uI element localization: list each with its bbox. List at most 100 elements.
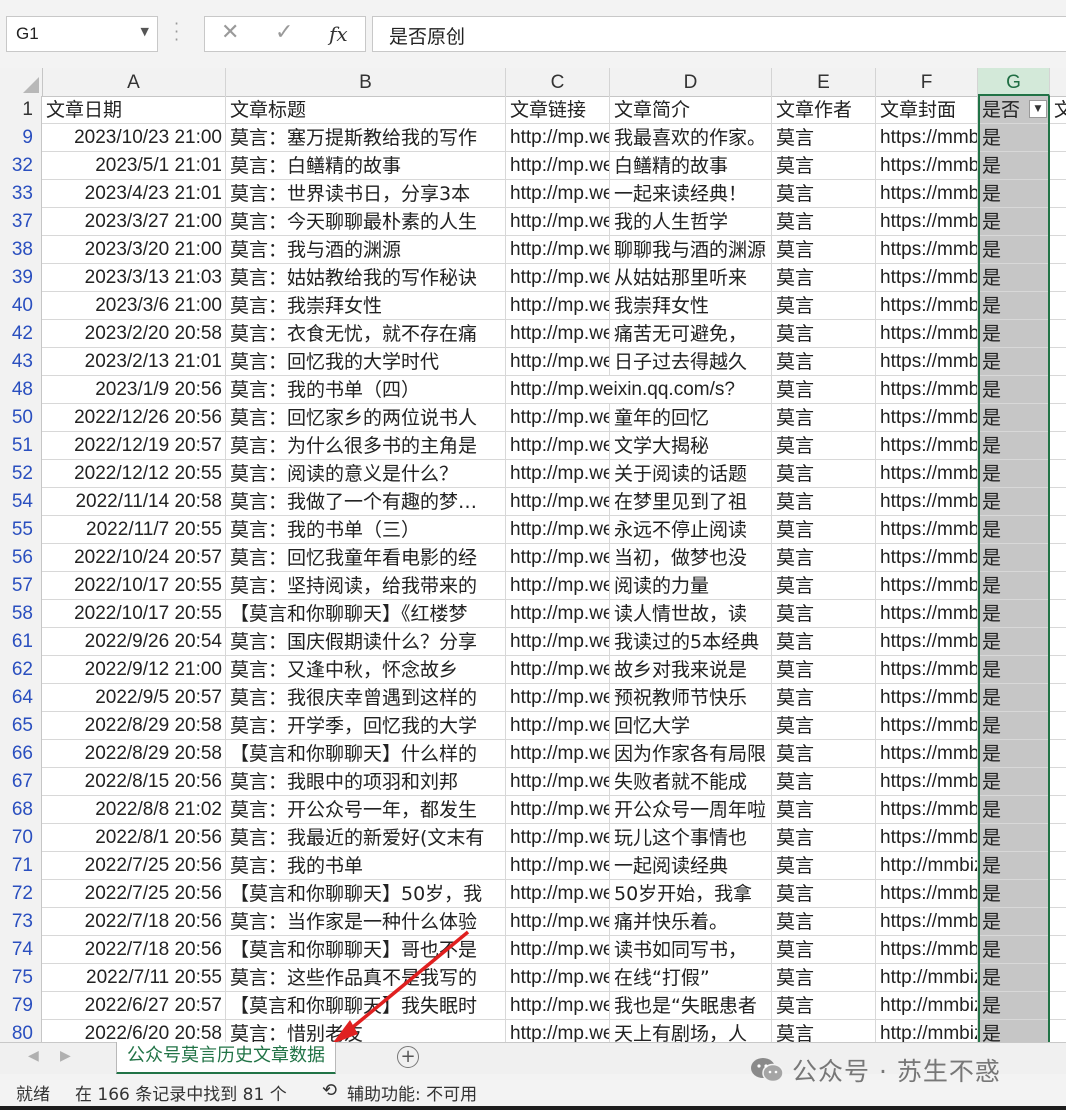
cell-cover[interactable]: https://mmbiz — [876, 768, 978, 795]
cell-author[interactable]: 莫言 — [772, 824, 876, 851]
filter-icon[interactable]: ▼ — [1029, 100, 1047, 118]
cell-date[interactable]: 2022/9/5 20:57 — [42, 684, 226, 711]
cell-cover[interactable]: https://mmbiz — [876, 404, 978, 431]
cell-date[interactable]: 2023/5/1 21:01 — [42, 152, 226, 179]
cell-date[interactable]: 2022/12/12 20:55 — [42, 460, 226, 487]
cell-date[interactable]: 2023/10/23 21:00 — [42, 124, 226, 151]
cell-title[interactable]: 莫言：我崇拜女性 — [226, 292, 506, 319]
row-number[interactable]: 57 — [0, 572, 42, 600]
cell-cover[interactable]: https://mmbiz — [876, 208, 978, 235]
cell-title[interactable]: 【莫言和你聊聊天】什么样的 — [226, 740, 506, 767]
cell-date[interactable]: 2023/3/27 21:00 — [42, 208, 226, 235]
cell-orig[interactable]: 是 — [978, 880, 1050, 907]
row-number[interactable]: 68 — [0, 796, 42, 824]
cell-orig[interactable]: 是 — [978, 684, 1050, 711]
row-number[interactable]: 56 — [0, 544, 42, 572]
cell-author[interactable]: 莫言 — [772, 404, 876, 431]
cell-title[interactable]: 莫言：国庆假期读什么？分享 — [226, 628, 506, 655]
column-header-f[interactable]: F — [876, 68, 978, 96]
header-cell[interactable]: 文章作者 — [772, 96, 876, 123]
cell-intro[interactable]: 文学大揭秘 — [610, 432, 772, 459]
cell-author[interactable]: 莫言 — [772, 488, 876, 515]
cell-link[interactable]: http://mp.weixin — [506, 320, 610, 347]
cell-title[interactable]: 莫言：开公众号一年，都发生 — [226, 796, 506, 823]
cell-cover[interactable]: https://mmbiz — [876, 152, 978, 179]
row-number[interactable]: 33 — [0, 180, 42, 208]
cell-author[interactable]: 莫言 — [772, 124, 876, 151]
row-number[interactable]: 9 — [0, 124, 42, 152]
cell-link[interactable]: http://mp.weixin — [506, 740, 610, 767]
cell-date[interactable]: 2022/8/8 21:02 — [42, 796, 226, 823]
row-number[interactable]: 55 — [0, 516, 42, 544]
cell-author[interactable]: 莫言 — [772, 152, 876, 179]
add-sheet-icon[interactable]: + — [397, 1046, 419, 1068]
cell-intro[interactable]: 阅读的力量 — [610, 572, 772, 599]
cell-date[interactable]: 2022/8/29 20:58 — [42, 740, 226, 767]
cell-date[interactable]: 2022/9/12 21:00 — [42, 656, 226, 683]
cell-title[interactable]: 莫言：我最近的新爱好(文末有 — [226, 824, 506, 851]
cell-cover[interactable]: https://mmbiz — [876, 348, 978, 375]
cell-author[interactable]: 莫言 — [772, 796, 876, 823]
column-header-b[interactable]: B — [226, 68, 506, 96]
cell-title[interactable]: 莫言：为什么很多书的主角是 — [226, 432, 506, 459]
cell-author[interactable]: 莫言 — [772, 208, 876, 235]
cell-orig[interactable]: 是 — [978, 376, 1050, 403]
cell-title[interactable]: 莫言：又逢中秋，怀念故乡 — [226, 656, 506, 683]
cell-cover[interactable]: https://mmbiz — [876, 488, 978, 515]
sheet-tab-active[interactable]: 公众号莫言历史文章数据 — [116, 1042, 336, 1075]
cell-title[interactable]: 莫言：衣食无忧，就不存在痛 — [226, 320, 506, 347]
row-number[interactable]: 67 — [0, 768, 42, 796]
cell-title[interactable]: 莫言：我很庆幸曾遇到这样的 — [226, 684, 506, 711]
cell-intro[interactable]: 50岁开始，我拿 — [610, 880, 772, 907]
cell-cover[interactable]: https://mmbiz — [876, 880, 978, 907]
cell-intro[interactable]: 我读过的5本经典 — [610, 628, 772, 655]
prev-sheet-icon[interactable]: ◀ — [28, 1048, 39, 1064]
cell-author[interactable]: 莫言 — [772, 600, 876, 627]
insert-function-icon[interactable]: fx — [329, 22, 348, 46]
cancel-icon[interactable]: ✕ — [221, 20, 239, 45]
cell-title[interactable]: 【莫言和你聊聊天】50岁，我 — [226, 880, 506, 907]
row-number[interactable]: 79 — [0, 992, 42, 1020]
row-number[interactable]: 39 — [0, 264, 42, 292]
row-number[interactable]: 1 — [0, 96, 42, 124]
cell-intro[interactable]: 一起阅读经典 — [610, 852, 772, 879]
cell-intro[interactable]: 开公众号一周年啦 — [610, 796, 772, 823]
row-number[interactable]: 65 — [0, 712, 42, 740]
row-number[interactable]: 66 — [0, 740, 42, 768]
cell-intro[interactable]: 玩儿这个事情也 — [610, 824, 772, 851]
cell-link[interactable]: http://mp.weixin — [506, 768, 610, 795]
cell-title[interactable]: 莫言：我做了一个有趣的梦… — [226, 488, 506, 515]
cell-link[interactable]: http://mp.weixin — [506, 404, 610, 431]
cell-cover[interactable]: https://mmbiz — [876, 264, 978, 291]
cell-author[interactable]: 莫言 — [772, 432, 876, 459]
row-number[interactable]: 38 — [0, 236, 42, 264]
row-number[interactable]: 52 — [0, 460, 42, 488]
cell-link[interactable]: http://mp.weixin — [506, 124, 610, 151]
cell-author[interactable]: 莫言 — [772, 572, 876, 599]
cell-title[interactable]: 莫言：回忆家乡的两位说书人 — [226, 404, 506, 431]
cell-orig[interactable]: 是 — [978, 572, 1050, 599]
cell-orig[interactable]: 是 — [978, 768, 1050, 795]
cell-author[interactable]: 莫言 — [772, 516, 876, 543]
header-cell[interactable]: 是否 ▼ — [978, 96, 1050, 123]
cell-link[interactable]: http://mp.weixin — [506, 1020, 610, 1042]
cell-date[interactable]: 2022/10/17 20:55 — [42, 600, 226, 627]
cell-date[interactable]: 2023/2/13 21:01 — [42, 348, 226, 375]
cell-author[interactable]: 莫言 — [772, 264, 876, 291]
name-box[interactable]: G1 ▼ — [6, 16, 158, 52]
cell-link[interactable]: http://mp.weixin — [506, 824, 610, 851]
cell-orig[interactable]: 是 — [978, 712, 1050, 739]
cell-orig[interactable]: 是 — [978, 544, 1050, 571]
cell-title[interactable]: 莫言：回忆我的大学时代 — [226, 348, 506, 375]
header-cell[interactable]: 文章链接 — [506, 96, 610, 123]
cell-cover[interactable]: https://mmbiz — [876, 684, 978, 711]
cell-orig[interactable]: 是 — [978, 124, 1050, 151]
cell-intro[interactable]: 日子过去得越久 — [610, 348, 772, 375]
column-header-a[interactable]: A — [42, 68, 226, 96]
cell-title[interactable]: 莫言：我的书单（三） — [226, 516, 506, 543]
cell-link[interactable]: http://mp.weixin — [506, 880, 610, 907]
cell-title[interactable]: 莫言：我眼中的项羽和刘邦 — [226, 768, 506, 795]
cell-date[interactable]: 2023/4/23 21:01 — [42, 180, 226, 207]
cell-author[interactable]: 莫言 — [772, 348, 876, 375]
cell-intro[interactable]: 在梦里见到了祖 — [610, 488, 772, 515]
